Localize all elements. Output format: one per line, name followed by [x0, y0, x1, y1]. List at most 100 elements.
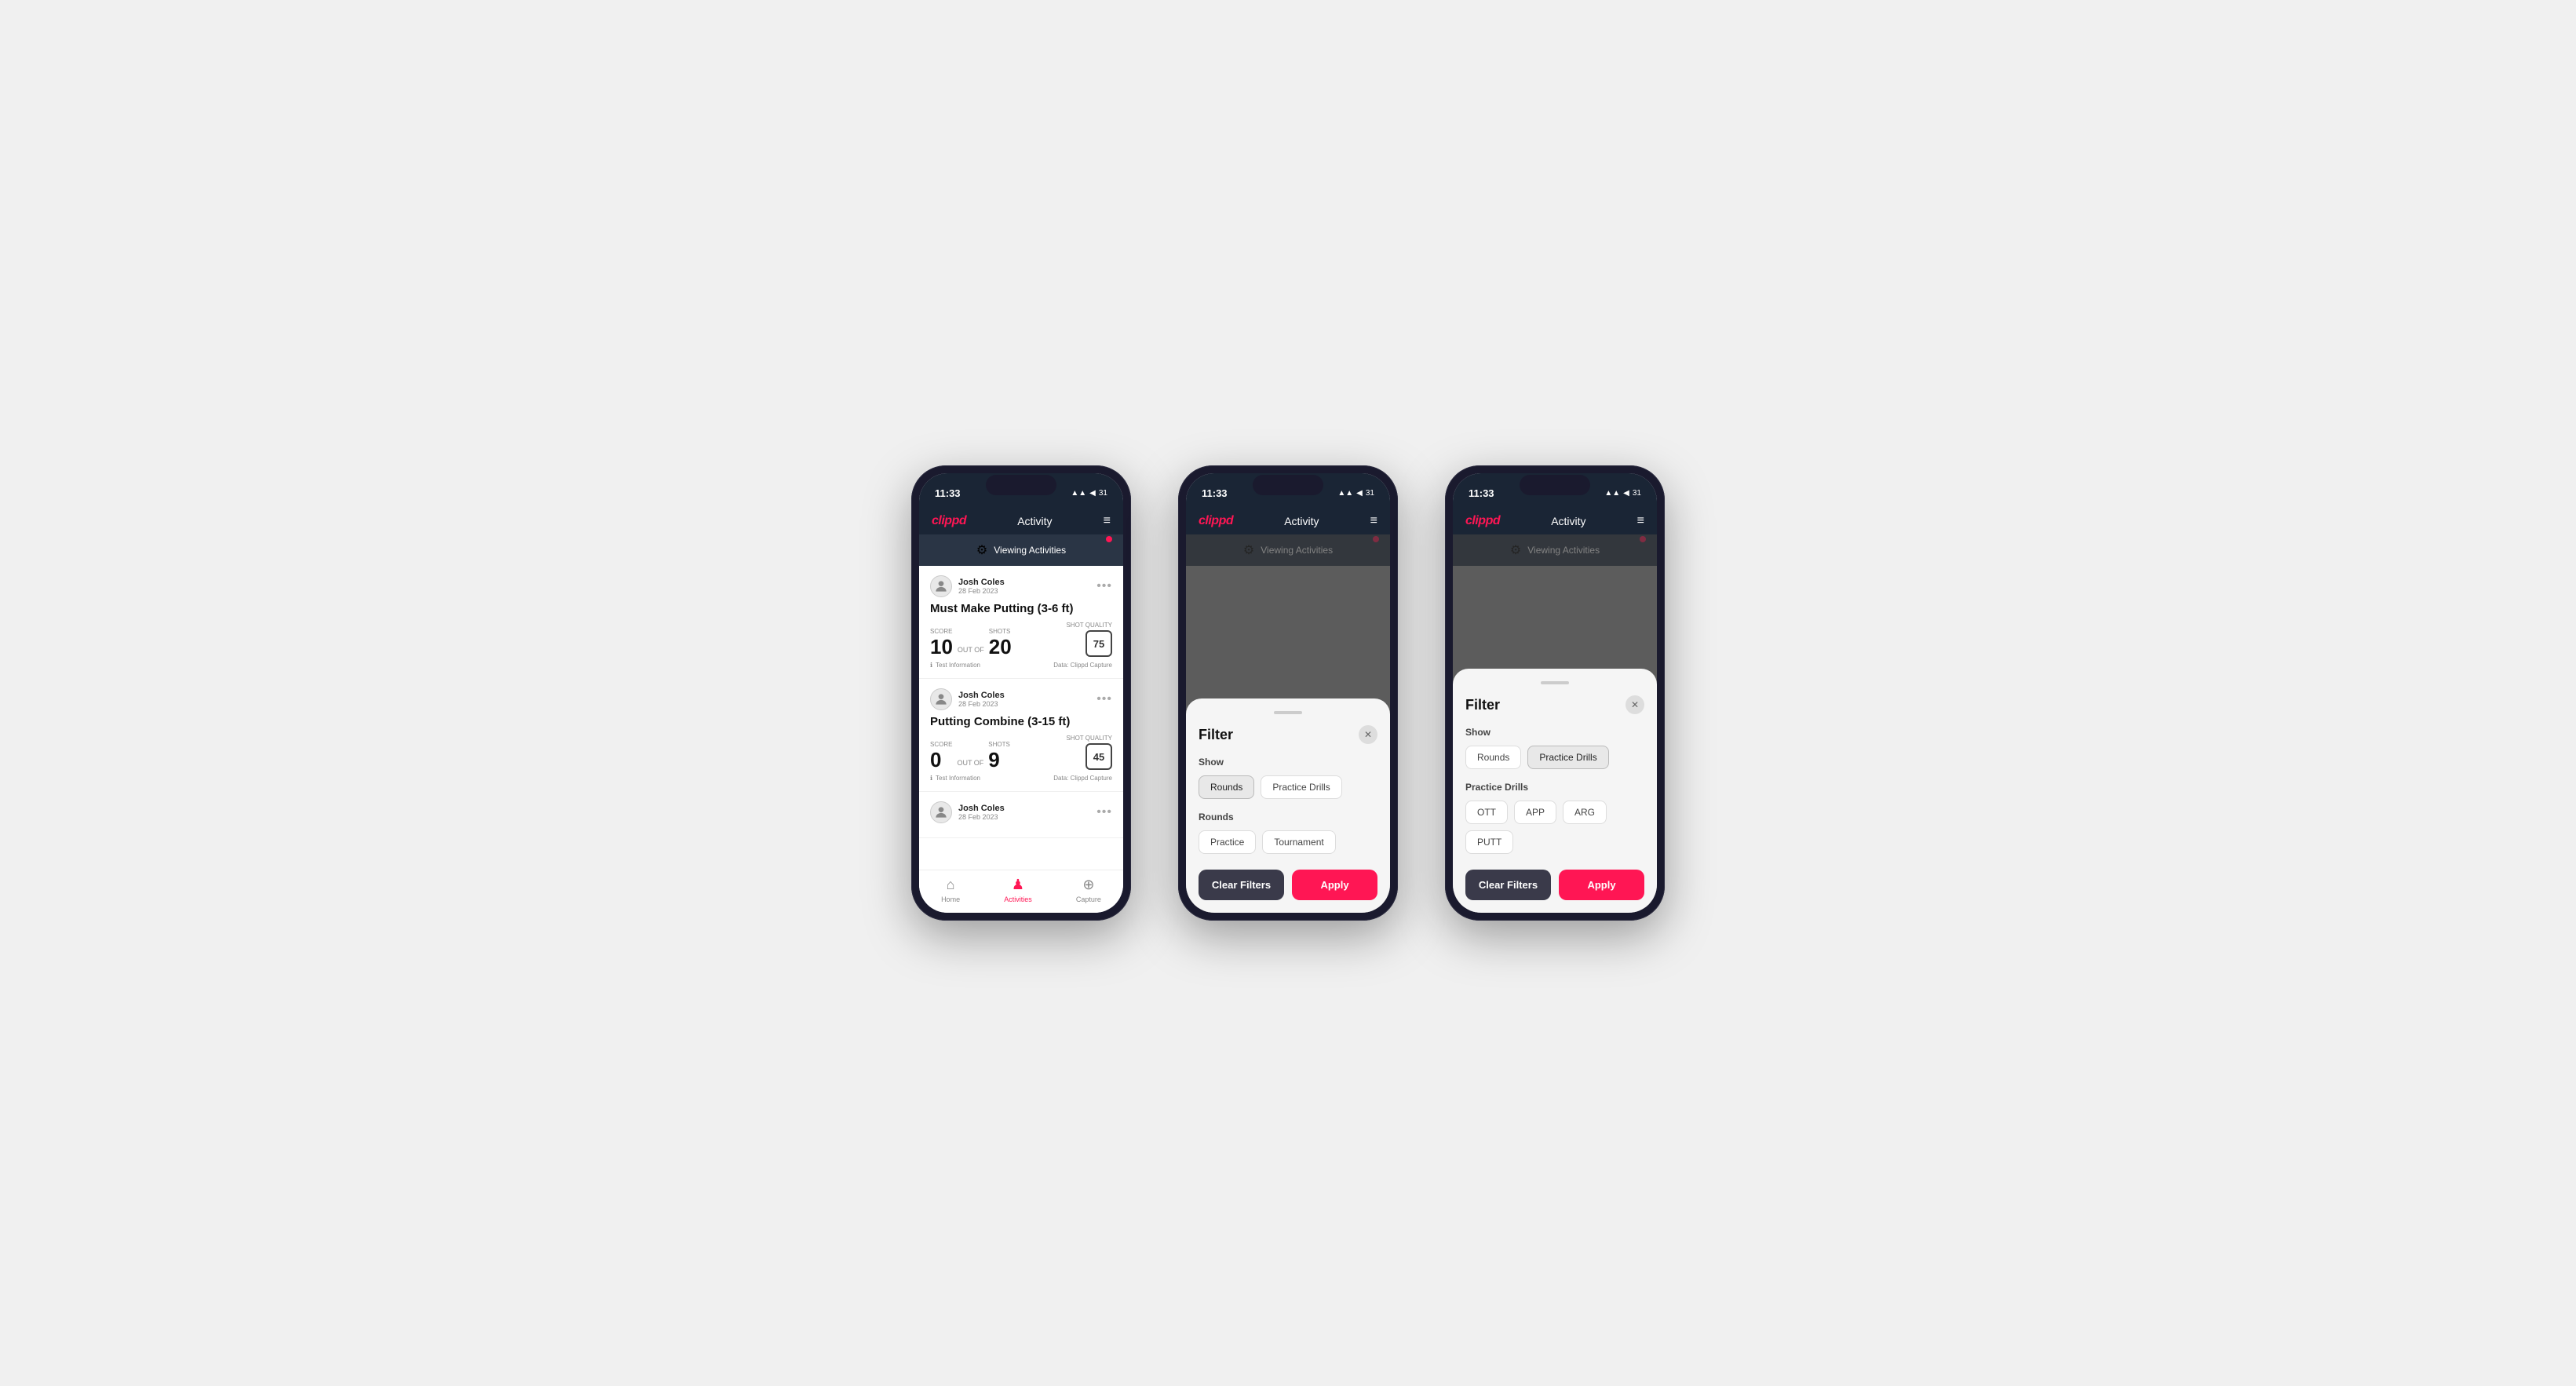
notch-2 — [1253, 475, 1323, 495]
clear-filters-btn-3[interactable]: Clear Filters — [1465, 870, 1551, 900]
chip-arg-3[interactable]: ARG — [1563, 801, 1607, 824]
viewing-dot-1 — [1106, 536, 1112, 542]
drills-chips-3: OTT APP ARG PUTT — [1465, 801, 1644, 854]
logo-2: clippd — [1199, 514, 1233, 528]
card-user-1: Josh Coles 28 Feb 2023 — [930, 575, 1005, 597]
apply-btn-2[interactable]: Apply — [1292, 870, 1377, 900]
sq-label-1: Shot Quality — [1066, 622, 1112, 629]
viewing-bar-wrapper-1: ⚙ Viewing Activities — [919, 534, 1123, 566]
card-header-1: Josh Coles 28 Feb 2023 ••• — [930, 575, 1112, 597]
content-1: Josh Coles 28 Feb 2023 ••• Must Make Put… — [919, 566, 1123, 870]
blurred-bg-2: ⚙ Viewing Activities Filter ✕ Show — [1186, 534, 1390, 913]
logo-3: clippd — [1465, 514, 1500, 528]
chip-app-3[interactable]: APP — [1514, 801, 1556, 824]
more-menu-2[interactable]: ••• — [1096, 692, 1112, 706]
capture-label-1: Capture — [1076, 895, 1101, 903]
status-time-2: 11:33 — [1202, 487, 1228, 499]
status-icons-2: ▲▲ ◀ 31 — [1337, 489, 1374, 498]
filter-icon-1: ⚙ — [976, 542, 987, 558]
avatar-1 — [930, 575, 952, 597]
sq-badge-2: 45 — [1085, 743, 1112, 770]
score-value-2: 0 — [930, 750, 952, 770]
capture-icon-1: ⊕ — [1082, 877, 1094, 893]
shots-label-1: Shots — [989, 628, 1012, 635]
notch-3 — [1520, 475, 1590, 495]
score-label-2: Score — [930, 741, 952, 748]
data-source-1: Data: Clippd Capture — [1053, 662, 1112, 669]
show-chips-3: Rounds Practice Drills — [1465, 746, 1644, 769]
nav-bar-1: clippd Activity ≡ — [919, 508, 1123, 534]
phone-1: 11:33 ▲▲ ◀ 31 clippd Activity ≡ ⚙ Viewin… — [911, 465, 1131, 921]
nav-bar-3: clippd Activity ≡ — [1453, 508, 1657, 534]
more-menu-1[interactable]: ••• — [1096, 579, 1112, 593]
phone-inner-2: 11:33 ▲▲ ◀ 31 clippd Activity ≡ ⚙ Viewin… — [1186, 473, 1390, 913]
status-time-3: 11:33 — [1469, 487, 1494, 499]
chip-rounds-2[interactable]: Rounds — [1199, 775, 1254, 799]
more-menu-3[interactable]: ••• — [1096, 805, 1112, 819]
activity-card-3: Josh Coles 28 Feb 2023 ••• — [919, 792, 1123, 838]
phone-inner-3: 11:33 ▲▲ ◀ 31 clippd Activity ≡ ⚙ Viewin… — [1453, 473, 1657, 913]
filter-footer-2: Clear Filters Apply — [1199, 870, 1377, 900]
user-date-1: 28 Feb 2023 — [958, 587, 1005, 595]
activities-icon-1: ♟ — [1012, 877, 1024, 893]
menu-icon-3[interactable]: ≡ — [1637, 514, 1644, 528]
menu-icon-2[interactable]: ≡ — [1370, 514, 1377, 528]
chip-putt-3[interactable]: PUTT — [1465, 830, 1513, 854]
filter-close-3[interactable]: ✕ — [1626, 695, 1644, 714]
chip-practice-2[interactable]: Practice — [1199, 830, 1256, 854]
battery-icon-3: 31 — [1633, 489, 1641, 498]
user-date-2: 28 Feb 2023 — [958, 700, 1005, 708]
nav-activities-1[interactable]: ♟ Activities — [1004, 877, 1032, 903]
apply-btn-3[interactable]: Apply — [1559, 870, 1644, 900]
signal-icon-3: ▲▲ — [1604, 489, 1620, 498]
card-user-2: Josh Coles 28 Feb 2023 — [930, 688, 1005, 710]
nav-title-2: Activity — [1284, 515, 1319, 527]
chip-drills-2[interactable]: Practice Drills — [1261, 775, 1341, 799]
card-stats-2: Score 0 OUT OF Shots 9 Shot Quality 45 — [930, 735, 1112, 770]
phone-3: 11:33 ▲▲ ◀ 31 clippd Activity ≡ ⚙ Viewin… — [1445, 465, 1665, 921]
filter-footer-3: Clear Filters Apply — [1465, 870, 1644, 900]
nav-bar-2: clippd Activity ≡ — [1186, 508, 1390, 534]
chip-tournament-2[interactable]: Tournament — [1262, 830, 1335, 854]
nav-capture-1[interactable]: ⊕ Capture — [1076, 877, 1101, 903]
blurred-bg-3: ⚙ Viewing Activities Filter ✕ Show — [1453, 534, 1657, 913]
filter-close-2[interactable]: ✕ — [1359, 725, 1377, 744]
nav-title-3: Activity — [1551, 515, 1585, 527]
clear-filters-btn-2[interactable]: Clear Filters — [1199, 870, 1284, 900]
card-user-3: Josh Coles 28 Feb 2023 — [930, 801, 1005, 823]
home-label-1: Home — [941, 895, 960, 903]
shots-value-1: 20 — [989, 636, 1012, 657]
sq-badge-1: 75 — [1085, 630, 1112, 657]
chip-rounds-3[interactable]: Rounds — [1465, 746, 1521, 769]
score-label-1: Score — [930, 628, 953, 635]
drag-handle-2 — [1274, 711, 1302, 714]
user-name-2: Josh Coles — [958, 691, 1005, 700]
bottom-nav-1: ⌂ Home ♟ Activities ⊕ Capture — [919, 870, 1123, 913]
battery-icon: 31 — [1099, 489, 1107, 498]
filter-modal-3: Filter ✕ Show Rounds Practice Drills Pra… — [1453, 669, 1657, 913]
out-of-2: OUT OF — [957, 759, 983, 767]
phone-2: 11:33 ▲▲ ◀ 31 clippd Activity ≡ ⚙ Viewin… — [1178, 465, 1398, 921]
status-icons-1: ▲▲ ◀ 31 — [1071, 489, 1107, 498]
chip-ott-3[interactable]: OTT — [1465, 801, 1508, 824]
sq-label-2: Shot Quality — [1066, 735, 1112, 742]
nav-title-1: Activity — [1017, 515, 1052, 527]
drag-handle-3 — [1541, 681, 1569, 684]
card-footer-1: ℹ Test Information Data: Clippd Capture — [930, 662, 1112, 669]
filter-modal-2: Filter ✕ Show Rounds Practice Drills Rou… — [1186, 698, 1390, 913]
card-footer-2: ℹ Test Information Data: Clippd Capture — [930, 775, 1112, 782]
data-source-2: Data: Clippd Capture — [1053, 775, 1112, 782]
signal-icon-2: ▲▲ — [1337, 489, 1353, 498]
card-title-1: Must Make Putting (3-6 ft) — [930, 602, 1112, 615]
filter-header-3: Filter ✕ — [1465, 695, 1644, 714]
menu-icon-1[interactable]: ≡ — [1104, 514, 1111, 528]
home-icon-1: ⌂ — [947, 877, 955, 893]
drills-label-3: Practice Drills — [1465, 782, 1644, 793]
card-header-2: Josh Coles 28 Feb 2023 ••• — [930, 688, 1112, 710]
show-label-2: Show — [1199, 757, 1377, 768]
nav-home-1[interactable]: ⌂ Home — [941, 877, 960, 903]
chip-drills-3[interactable]: Practice Drills — [1527, 746, 1608, 769]
viewing-bar-1[interactable]: ⚙ Viewing Activities — [919, 534, 1123, 566]
filter-overlay-2: Filter ✕ Show Rounds Practice Drills Rou… — [1186, 534, 1390, 913]
info-text-2: Test Information — [936, 775, 980, 782]
